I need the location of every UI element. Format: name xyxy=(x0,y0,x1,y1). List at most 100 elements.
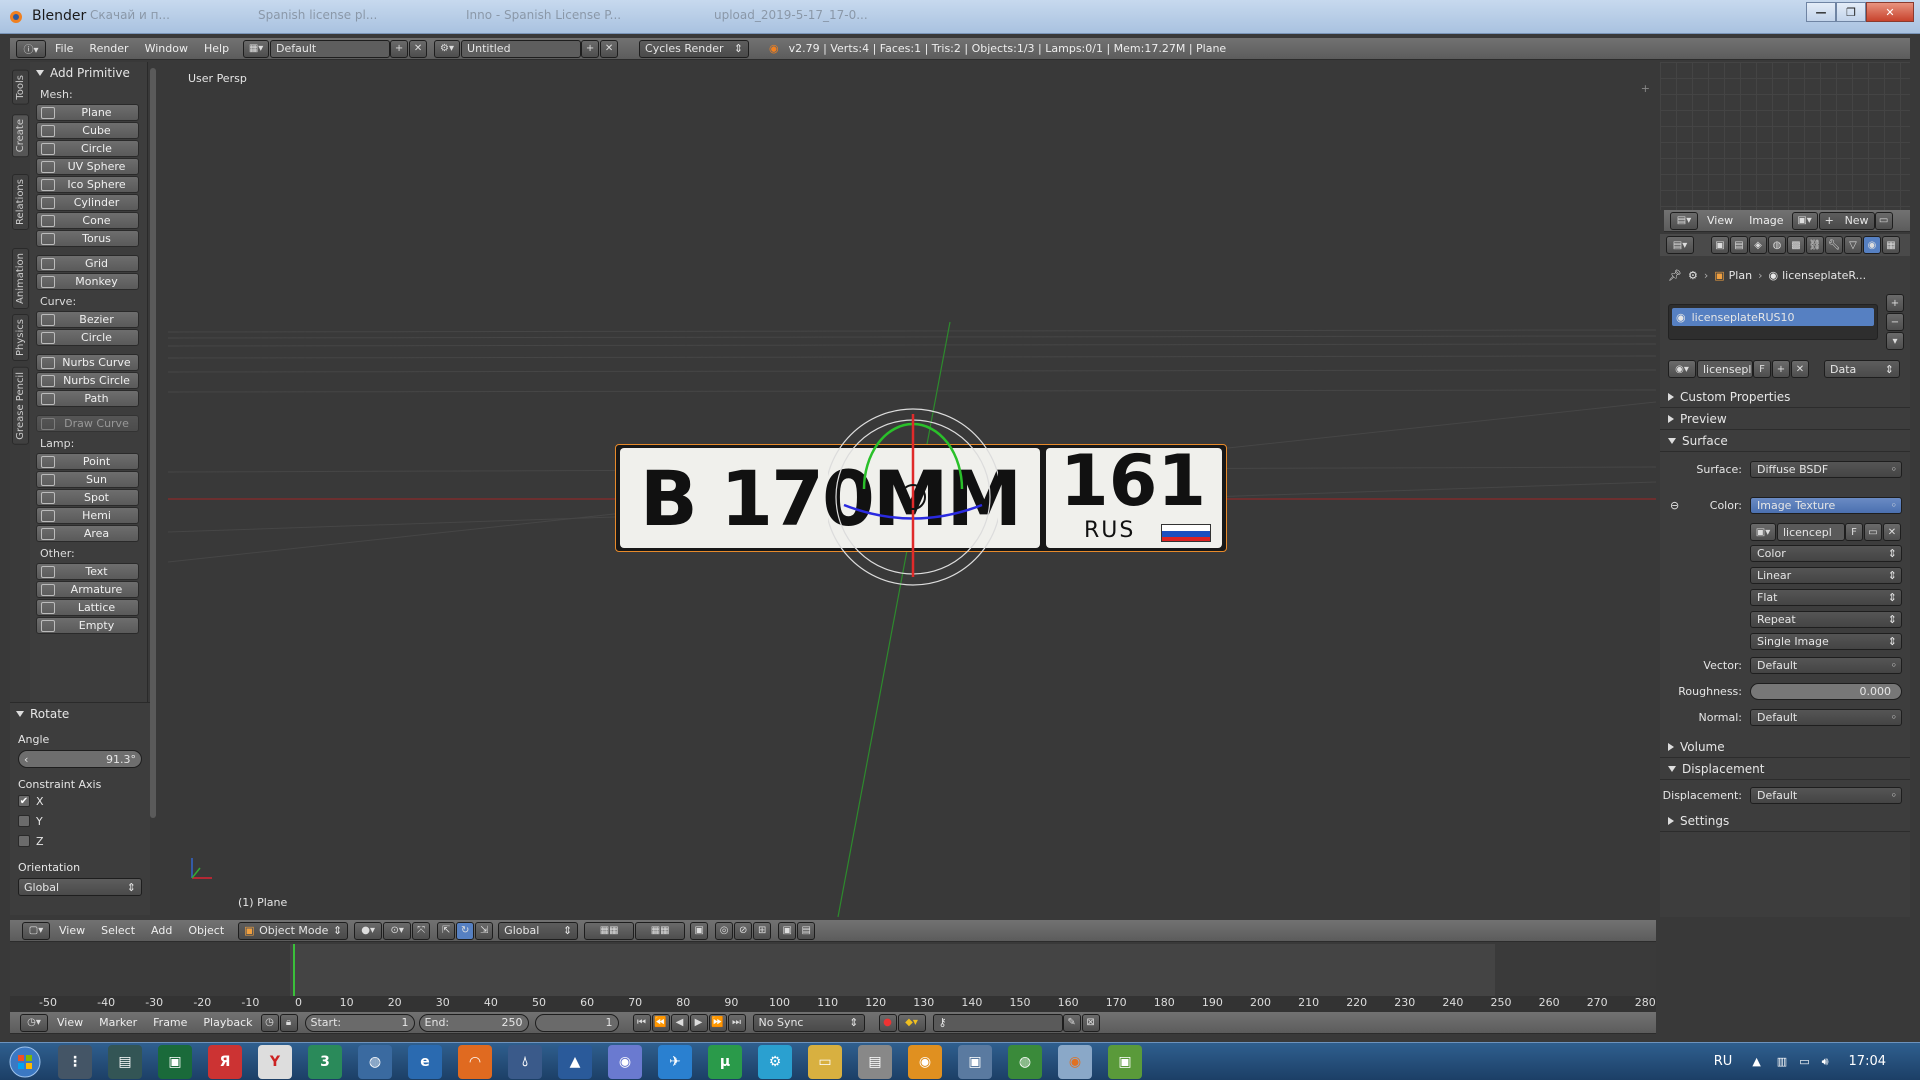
render-tab-icon[interactable]: ▣ xyxy=(1711,236,1729,254)
extension-dropdown[interactable]: Repeat ⇕ xyxy=(1750,610,1902,628)
menu-frame[interactable]: Frame xyxy=(145,1016,195,1029)
taskbar-explorer-icon[interactable]: ▭ xyxy=(808,1044,842,1079)
rotate-icon[interactable]: ↻ xyxy=(456,921,475,940)
taskbar-app-icon[interactable]: ◍ xyxy=(1008,1044,1042,1079)
add-plane-button[interactable]: Plane xyxy=(36,104,139,121)
add-slot-icon[interactable]: + xyxy=(1886,294,1904,312)
add-layout-icon[interactable]: + xyxy=(390,39,409,58)
projection-dropdown[interactable]: Flat ⇕ xyxy=(1750,588,1902,606)
data-tab-icon[interactable]: ▽ xyxy=(1844,236,1862,254)
browse-image-icon[interactable]: ▣▾ xyxy=(1791,211,1818,230)
taskbar-app-icon[interactable]: ◍ xyxy=(358,1044,392,1079)
source-dropdown[interactable]: Single Image ⇕ xyxy=(1750,632,1902,650)
taskbar-discord-icon[interactable]: ◉ xyxy=(608,1044,642,1079)
lock-icon[interactable]: 🔒︎ xyxy=(279,1013,298,1032)
toolshelf-tab-relations[interactable]: Relations xyxy=(12,174,29,230)
add-scene-icon[interactable]: + xyxy=(581,39,600,58)
add-spot-button[interactable]: Spot xyxy=(36,489,139,506)
unlink-image-icon[interactable]: ✕ xyxy=(1883,523,1901,541)
record-icon[interactable]: ● xyxy=(878,1013,897,1032)
viewport-3d[interactable]: User Persp B 170MM 161 RUS (1) Plane + xyxy=(168,62,1656,917)
new-material-icon[interactable]: + xyxy=(1772,360,1790,378)
add-cone-button[interactable]: Cone xyxy=(36,212,139,229)
translate-icon[interactable]: ⇱ xyxy=(437,921,456,940)
mode-dropdown[interactable]: ▣ Object Mode ⇕ xyxy=(238,921,349,940)
axis-z-checkbox[interactable]: Z xyxy=(18,831,142,851)
opengl-render-icon[interactable]: ▤ xyxy=(797,921,816,940)
taskbar-app-icon[interactable]: ▤ xyxy=(858,1044,892,1079)
unlink-material-icon[interactable]: ✕ xyxy=(1791,360,1809,378)
keying-icon[interactable]: ◆▾ xyxy=(897,1013,926,1032)
world-tab-icon[interactable]: ◍ xyxy=(1768,236,1786,254)
layers-icon[interactable]: ▦▦ xyxy=(635,921,686,940)
editor-type-icon[interactable]: ▤▾ xyxy=(1670,211,1698,230)
angle-field[interactable]: ‹ 91.3° xyxy=(18,750,142,768)
taskbar-app-icon[interactable]: ⚙ xyxy=(758,1044,792,1079)
fake-user-button[interactable]: F xyxy=(1845,523,1863,541)
new-image-button[interactable]: + New xyxy=(1818,211,1875,230)
menu-image[interactable]: Image xyxy=(1741,214,1791,227)
play-icon[interactable]: ▶ xyxy=(689,1013,708,1032)
taskbar-blender-icon[interactable]: ◉ xyxy=(1058,1044,1092,1079)
panel-custom-properties[interactable]: Custom Properties xyxy=(1660,386,1910,408)
toolshelf-scrollbar[interactable] xyxy=(150,68,156,818)
browse-image-icon[interactable]: ▣▾ xyxy=(1750,523,1776,541)
scale-icon[interactable]: ⇲ xyxy=(475,921,494,940)
screen-layout-field[interactable]: Default xyxy=(270,39,391,58)
add-lattice-button[interactable]: Lattice xyxy=(36,599,139,616)
fake-user-button[interactable]: F xyxy=(1753,360,1771,378)
transform-orientation-dropdown[interactable]: Global ⇕ xyxy=(498,921,579,940)
insert-keyframe-icon[interactable]: ✎ xyxy=(1062,1013,1081,1032)
constraints-tab-icon[interactable]: ⛓ xyxy=(1806,236,1824,254)
open-image-icon[interactable]: ▭ xyxy=(1874,211,1893,230)
remove-layout-icon[interactable]: ✕ xyxy=(409,39,428,58)
menu-view[interactable]: View xyxy=(51,924,93,937)
taskbar-app-icon[interactable]: ◉ xyxy=(908,1044,942,1079)
remove-scene-icon[interactable]: ✕ xyxy=(600,39,619,58)
menu-view[interactable]: View xyxy=(49,1016,91,1029)
add-text-button[interactable]: Text xyxy=(36,563,139,580)
add-armature-button[interactable]: Armature xyxy=(36,581,139,598)
surface-shader-dropdown[interactable]: Diffuse BSDF ◦ xyxy=(1750,460,1902,478)
add-ico-sphere-button[interactable]: Ico Sphere xyxy=(36,176,139,193)
taskbar-app-icon[interactable]: ▣ xyxy=(158,1044,192,1079)
scene-field[interactable]: Untitled xyxy=(461,39,582,58)
scene-icon[interactable]: ⚙▾ xyxy=(434,39,461,58)
proportional-icon[interactable]: ◎ xyxy=(715,921,734,940)
axis-y-checkbox[interactable]: Y xyxy=(18,811,142,831)
toolshelf-tab-animation[interactable]: Animation xyxy=(12,248,29,309)
browser-tab[interactable]: Скачай и п... xyxy=(90,8,250,22)
taskbar-app-icon[interactable]: ▤ xyxy=(108,1044,142,1079)
material-tab-icon[interactable]: ◉ xyxy=(1863,236,1881,254)
taskbar-app-icon[interactable]: 💧︎ xyxy=(508,1044,542,1079)
jump-key-forward-icon[interactable]: ⏩ xyxy=(708,1013,727,1032)
start-frame-field[interactable]: Start: 1 xyxy=(304,1013,415,1032)
add-circle-button[interactable]: Circle xyxy=(36,329,139,346)
add-bezier-button[interactable]: Bezier xyxy=(36,311,139,328)
add-nurbs-curve-button[interactable]: Nurbs Curve xyxy=(36,354,139,371)
preview-range-icon[interactable]: ◷ xyxy=(260,1013,279,1032)
menu-file[interactable]: File xyxy=(47,42,81,55)
texture-tab-icon[interactable]: ▦ xyxy=(1882,236,1900,254)
viewport-corner-icon[interactable]: + xyxy=(1641,82,1650,95)
menu-select[interactable]: Select xyxy=(93,924,143,937)
lock-layers-icon[interactable]: ▣ xyxy=(690,921,709,940)
color-node-dropdown[interactable]: Image Texture ◦ xyxy=(1750,496,1902,514)
axis-x-checkbox[interactable]: ✔ X xyxy=(18,791,142,811)
menu-playback[interactable]: Playback xyxy=(195,1016,260,1029)
add-circle-button[interactable]: Circle xyxy=(36,140,139,157)
minimize-button[interactable]: — xyxy=(1806,2,1836,22)
editor-type-icon[interactable]: ⓘ▾ xyxy=(16,39,46,58)
timeline-area[interactable]: -50 -40 -30 -20 -10 0 10 20 30 40 50 60 70 80 90 100 110… xyxy=(10,944,1656,1020)
render-icon[interactable]: ▣ xyxy=(778,921,797,940)
play-reverse-icon[interactable]: ◀ xyxy=(670,1013,689,1032)
jump-end-icon[interactable]: ⏭ xyxy=(727,1013,746,1032)
toolshelf-tab-grease-pencil[interactable]: Grease Pencil xyxy=(12,367,29,445)
language-indicator[interactable]: RU xyxy=(1714,1054,1733,1069)
slot-menu-icon[interactable]: ▾ xyxy=(1886,332,1904,350)
render-engine-dropdown[interactable]: Cycles Render ⇕ xyxy=(639,39,750,58)
close-button[interactable]: ✕ xyxy=(1866,2,1914,22)
pin-icon[interactable]: 📌︎ xyxy=(1668,269,1682,282)
panel-volume[interactable]: Volume xyxy=(1660,736,1910,758)
collapse-triangle-icon[interactable] xyxy=(36,70,44,76)
